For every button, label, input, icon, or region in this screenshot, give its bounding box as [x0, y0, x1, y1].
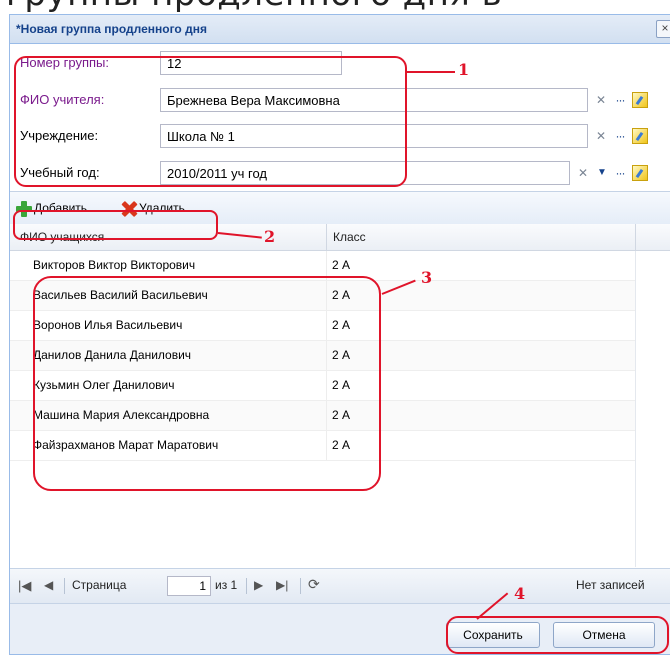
- background-heading: группы продленного дня в: [0, 0, 670, 14]
- paging-status: Нет записей: [576, 578, 645, 592]
- institution-clear-icon[interactable]: ✕: [592, 126, 610, 146]
- chevron-down-icon[interactable]: ▼: [593, 163, 611, 183]
- annotation-number-1: 1: [458, 60, 470, 79]
- annotation-box-1: [14, 56, 407, 187]
- annotation-box-2: [13, 210, 218, 240]
- annotation-box-3: [33, 276, 381, 491]
- paging-toolbar: |◀ ◀ Страница 1 из 1 ▶ ▶| ⟳ Нет записей: [10, 569, 670, 604]
- page-label: Страница: [72, 578, 127, 592]
- institution-select-icon[interactable]: ···: [611, 126, 629, 146]
- page-count-label: из 1: [215, 578, 238, 592]
- annotation-number-3: 3: [421, 268, 433, 287]
- dialog-title: *Новая группа продленного дня: [16, 22, 207, 36]
- student-name: Викторов Виктор Викторович: [33, 258, 196, 272]
- institution-edit-icon[interactable]: [632, 128, 648, 144]
- column-divider: [326, 224, 327, 250]
- column-divider: [635, 224, 636, 250]
- annotation-number-4: 4: [514, 584, 526, 603]
- previous-page-icon[interactable]: ◀: [44, 578, 53, 592]
- dialog-titlebar: *Новая группа продленного дня ×: [10, 15, 670, 44]
- last-page-icon[interactable]: ▶|: [276, 578, 288, 592]
- next-page-icon[interactable]: ▶: [254, 578, 263, 592]
- page-number-input[interactable]: 1: [167, 576, 211, 596]
- first-page-icon[interactable]: |◀: [18, 578, 31, 594]
- teacher-clear-icon[interactable]: ✕: [592, 90, 610, 110]
- column-header-class[interactable]: Класс: [333, 230, 366, 244]
- student-class: 2 А: [332, 258, 351, 272]
- school-year-select-icon[interactable]: ···: [611, 163, 629, 183]
- school-year-edit-icon[interactable]: [632, 165, 648, 181]
- close-icon[interactable]: ×: [656, 20, 670, 38]
- annotation-number-2: 2: [264, 227, 276, 246]
- annotation-box-4: [446, 616, 669, 654]
- school-year-clear-icon[interactable]: ✕: [574, 163, 592, 183]
- grid-scroll-divider: [635, 251, 636, 567]
- refresh-icon[interactable]: ⟳: [308, 576, 320, 593]
- teacher-select-icon[interactable]: ···: [611, 90, 629, 110]
- teacher-edit-icon[interactable]: [632, 92, 648, 108]
- annotation-line-1: [407, 71, 455, 73]
